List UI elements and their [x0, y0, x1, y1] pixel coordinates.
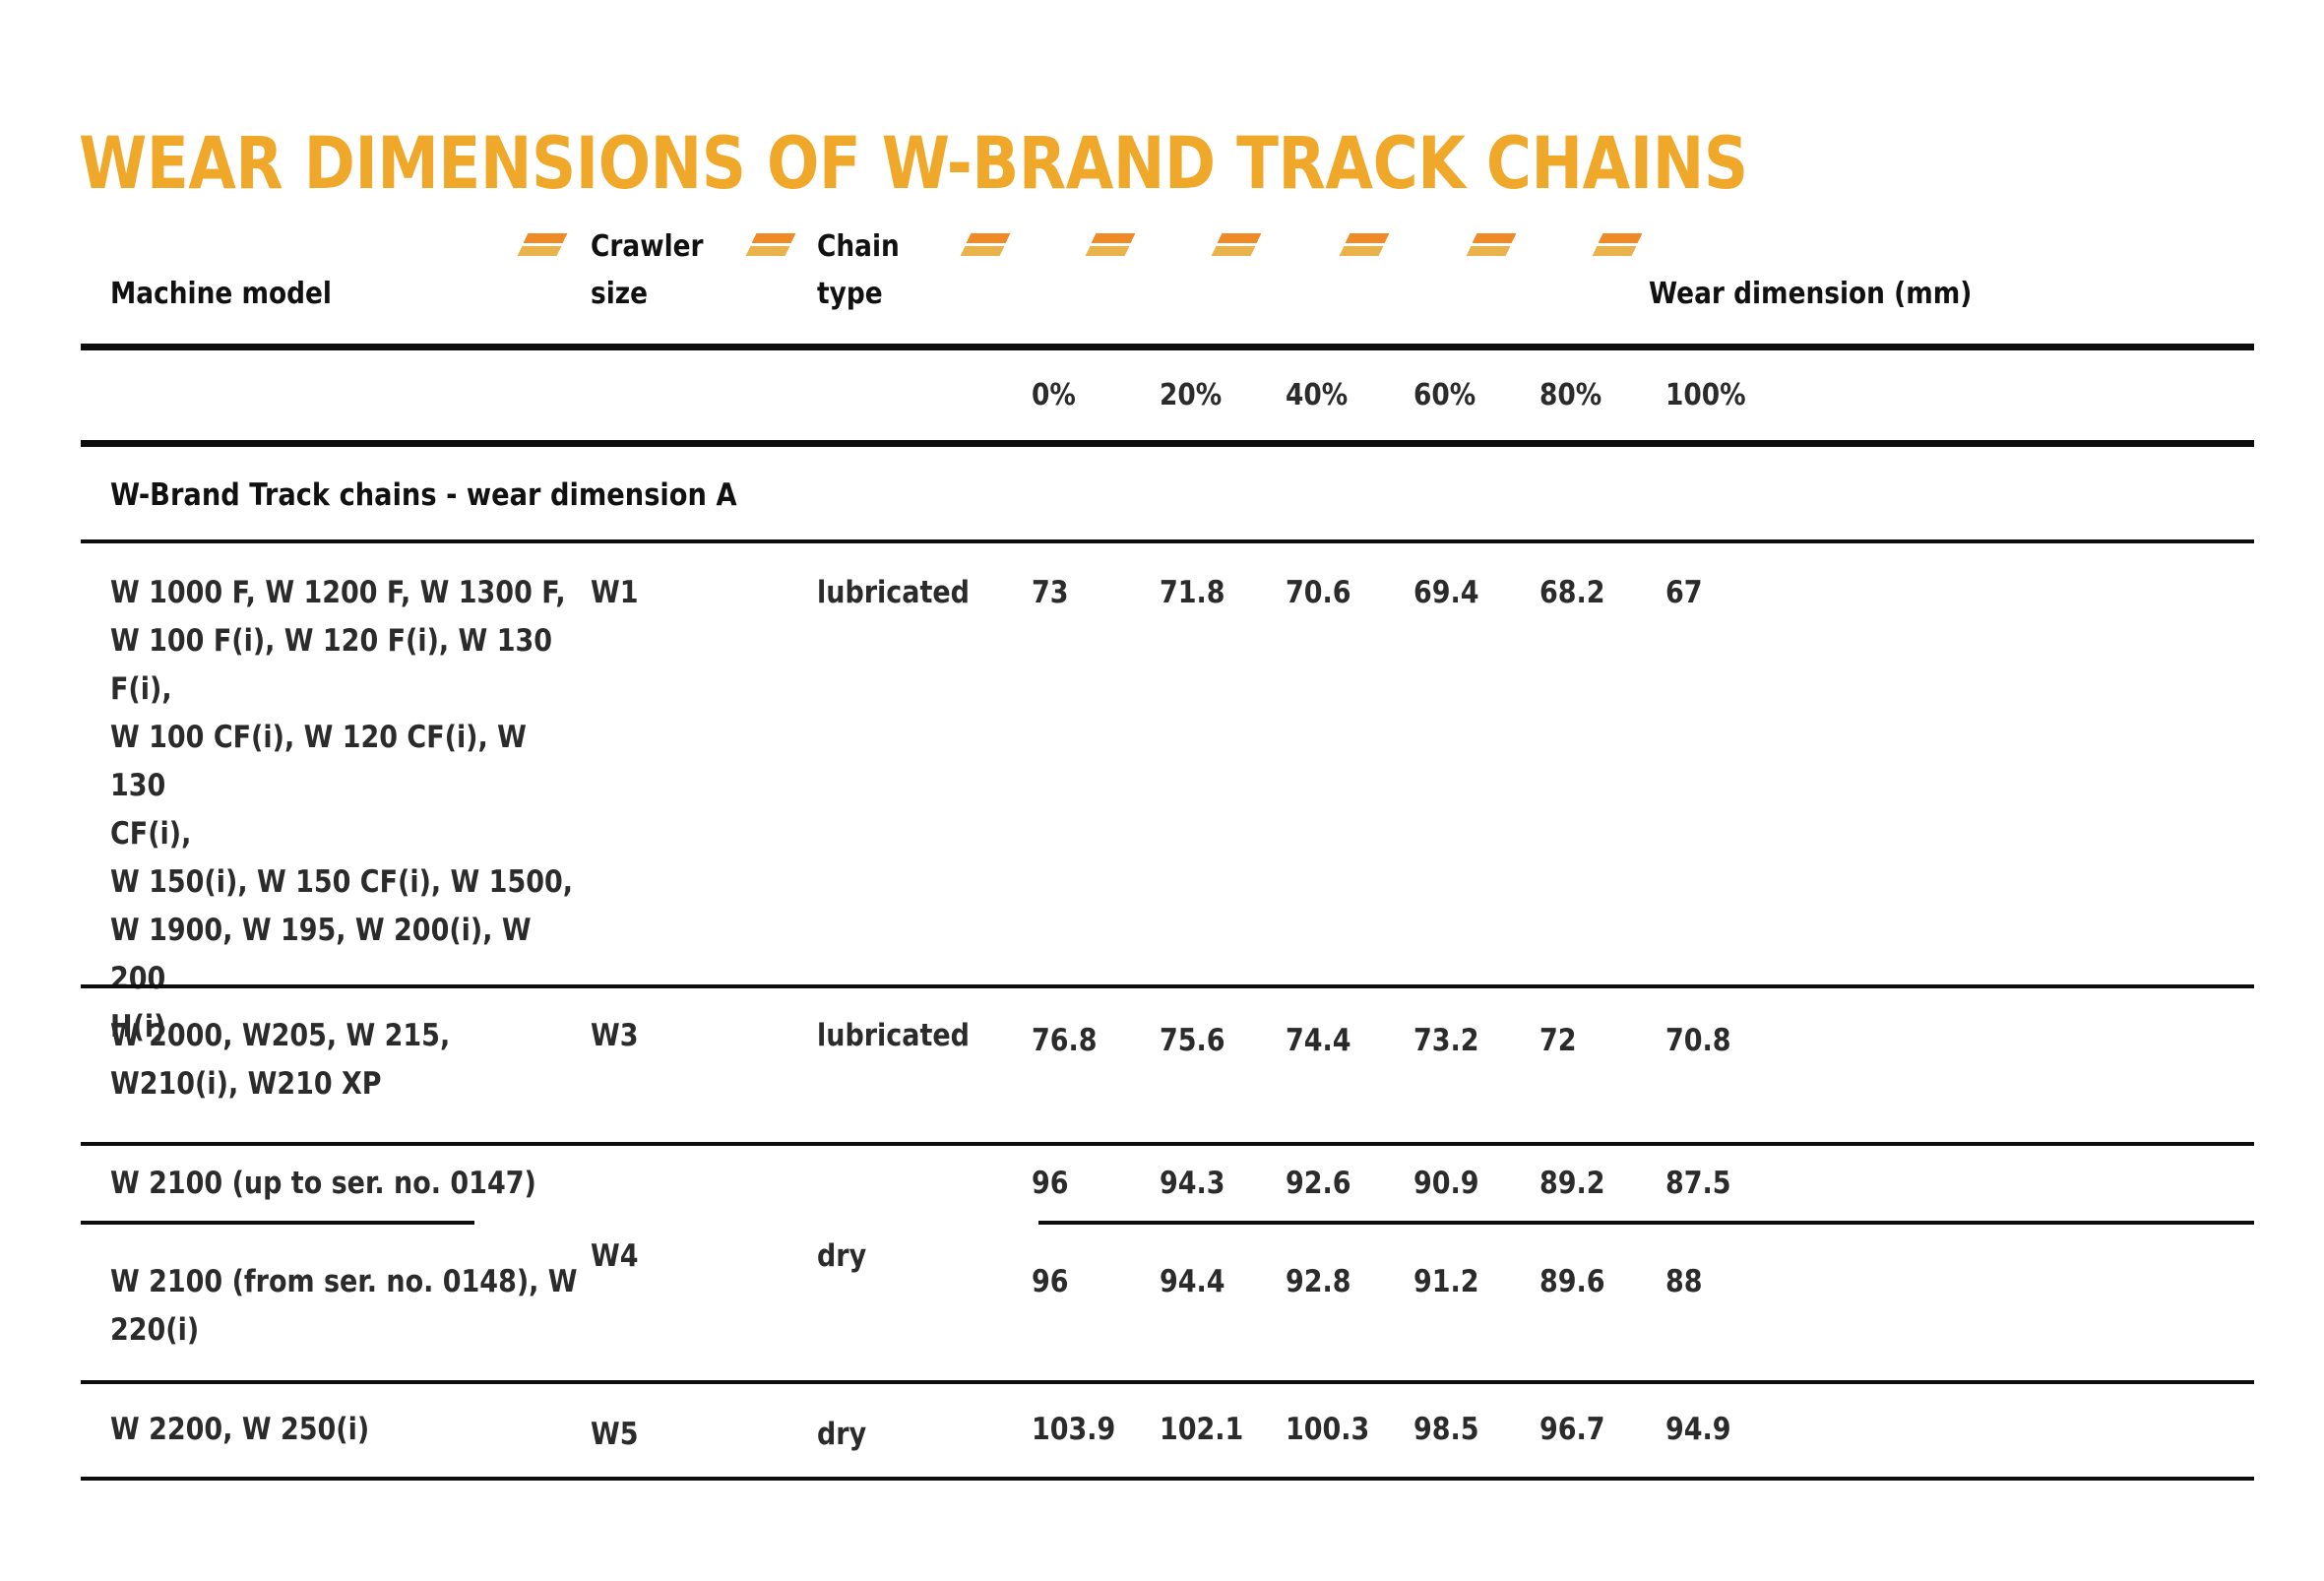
wear-value: 70.6	[1286, 575, 1351, 610]
wear-value: 89.6	[1539, 1264, 1605, 1299]
table-bottom-divider	[81, 1477, 2254, 1481]
percent-header-0: 0%	[1032, 378, 1076, 412]
marker-bar-top	[751, 233, 796, 243]
wear-value: 96.7	[1539, 1412, 1605, 1447]
wear-value: 92.8	[1286, 1264, 1351, 1299]
column-marker-icon	[1339, 233, 1390, 259]
header-machine-model: Machine model	[110, 277, 332, 311]
wear-value: 71.8	[1160, 575, 1225, 610]
row-divider-segment-right	[1038, 1221, 2254, 1225]
crawler-size-value: W3	[591, 1018, 639, 1053]
column-marker-icon	[1211, 233, 1262, 259]
wear-value: 102.1	[1160, 1412, 1244, 1447]
marker-bar-bottom	[517, 246, 562, 256]
wear-value: 69.4	[1413, 575, 1479, 610]
marker-bar-bottom	[1592, 246, 1637, 256]
column-marker-icon	[960, 233, 1011, 259]
column-marker-icon	[1466, 233, 1517, 259]
marker-bar-bottom	[1339, 246, 1384, 256]
chain-type-value: dry	[817, 1238, 867, 1274]
column-marker-icon	[517, 233, 568, 259]
percent-header-40: 40%	[1286, 378, 1349, 412]
crawler-size-value: W5	[591, 1417, 639, 1452]
marker-bar-bottom	[1085, 246, 1130, 256]
wear-value: 94.4	[1160, 1264, 1225, 1299]
wear-value: 96	[1032, 1166, 1069, 1201]
column-marker-icon	[745, 233, 796, 259]
wear-value: 76.8	[1032, 1023, 1098, 1058]
table-row: W 2100 (up to ser. no. 0147)	[110, 1166, 536, 1201]
crawler-size-value: W4	[591, 1238, 639, 1274]
wear-value: 75.6	[1160, 1023, 1225, 1058]
wear-value: 100.3	[1286, 1412, 1370, 1447]
wear-value: 94.3	[1160, 1166, 1225, 1201]
table-row: W 1000 F, W 1200 F, W 1300 F, W 100 F(i)…	[110, 575, 573, 1044]
header-divider-top	[81, 344, 2254, 350]
marker-bar-bottom	[960, 246, 1005, 256]
marker-bar-top	[523, 233, 568, 243]
wear-value: 92.6	[1286, 1166, 1351, 1201]
marker-bar-top	[1472, 233, 1517, 243]
row-divider-segment-left	[81, 1221, 474, 1225]
row-divider	[81, 984, 2254, 988]
wear-value: 70.8	[1665, 1023, 1731, 1058]
marker-bar-top	[1217, 233, 1262, 243]
section-label: W-Brand Track chains - wear dimension A	[110, 477, 737, 513]
marker-bar-bottom	[1211, 246, 1256, 256]
wear-value: 103.9	[1032, 1412, 1116, 1447]
section-divider	[81, 539, 2254, 543]
column-marker-icon	[1592, 233, 1643, 259]
wear-value: 96	[1032, 1264, 1069, 1299]
percent-header-80: 80%	[1539, 378, 1602, 412]
header-wear-dimension: Wear dimension (mm)	[1649, 277, 1973, 311]
marker-bar-top	[966, 233, 1011, 243]
wear-value: 87.5	[1665, 1166, 1731, 1201]
wear-value: 98.5	[1413, 1412, 1479, 1447]
marker-bar-top	[1598, 233, 1643, 243]
wear-value: 68.2	[1539, 575, 1605, 610]
percent-header-100: 100%	[1665, 378, 1746, 412]
wear-value: 72	[1539, 1023, 1577, 1058]
marker-bar-top	[1345, 233, 1390, 243]
wear-value: 90.9	[1413, 1166, 1479, 1201]
wear-value: 88	[1665, 1264, 1703, 1299]
marker-bar-bottom	[745, 246, 790, 256]
percent-header-60: 60%	[1413, 378, 1476, 412]
wear-value: 94.9	[1665, 1412, 1731, 1447]
marker-bar-bottom	[1466, 246, 1511, 256]
header-divider-bottom	[81, 440, 2254, 447]
column-marker-icon	[1085, 233, 1136, 259]
chain-type-value: dry	[817, 1417, 867, 1452]
table-row: W 2100 (from ser. no. 0148), W 220(i)	[110, 1264, 578, 1348]
wear-value: 89.2	[1539, 1166, 1605, 1201]
marker-bar-top	[1091, 233, 1136, 243]
header-crawler-size: Crawler size	[591, 229, 704, 311]
chain-type-value: lubricated	[817, 575, 970, 610]
wear-value: 74.4	[1286, 1023, 1351, 1058]
crawler-size-value: W1	[591, 575, 639, 610]
row-divider	[81, 1142, 2254, 1146]
wear-value: 67	[1665, 575, 1703, 610]
wear-dimensions-table: Machine model Crawler size Chain type We…	[0, 0, 2324, 1581]
percent-header-20: 20%	[1160, 378, 1223, 412]
chain-type-value: lubricated	[817, 1018, 970, 1053]
wear-value: 73	[1032, 575, 1069, 610]
header-chain-type: Chain type	[817, 229, 900, 311]
row-divider	[81, 1380, 2254, 1384]
table-row: W 2200, W 250(i)	[110, 1412, 370, 1447]
table-row: W 2000, W205, W 215, W210(i), W210 XP	[110, 1018, 451, 1102]
wear-value: 73.2	[1413, 1023, 1479, 1058]
wear-value: 91.2	[1413, 1264, 1479, 1299]
page-root: WEAR DIMENSIONS OF W-BRAND TRACK CHAINS	[0, 0, 2324, 1581]
